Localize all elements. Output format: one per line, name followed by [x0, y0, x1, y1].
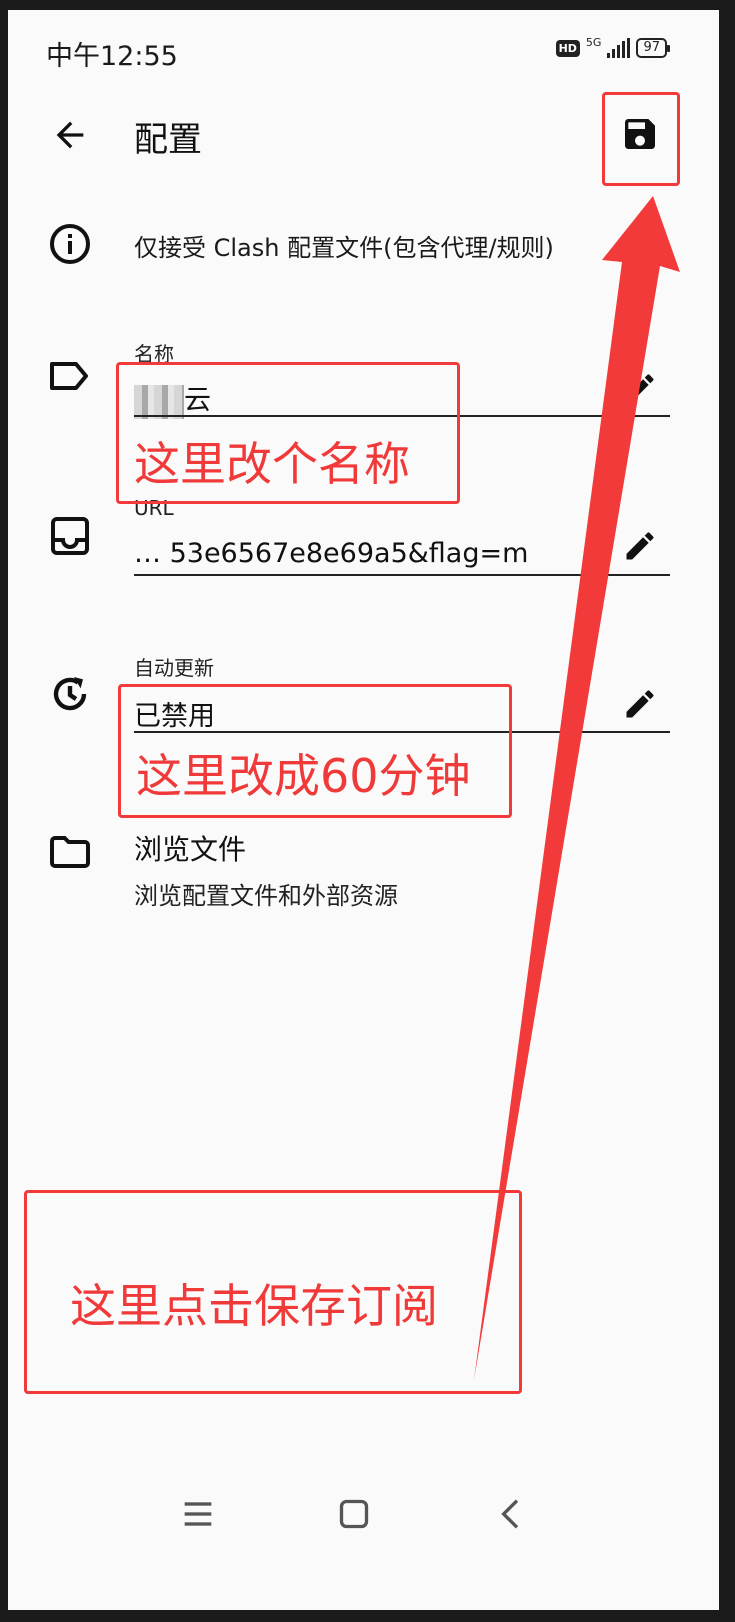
arrow-left-icon[interactable]: [50, 115, 90, 155]
phone-screen: 中午12:55 HD 5G 97 配置 仅接受 Clash 配置文件(包含代理/…: [8, 10, 719, 1610]
clock-refresh-icon: [53, 677, 87, 711]
browse-files-title[interactable]: 浏览文件: [134, 828, 246, 868]
auto-update-label: 自动更新: [134, 656, 214, 680]
folder-icon[interactable]: [46, 828, 94, 876]
signal-icon: [607, 38, 631, 58]
info-text: 仅接受 Clash 配置文件(包含代理/规则): [134, 234, 554, 262]
save-highlight-box: [602, 92, 680, 186]
status-bar: 中午12:55 HD 5G 97: [8, 10, 719, 88]
status-time: 中午12:55: [46, 41, 178, 72]
pencil-icon[interactable]: [622, 686, 658, 722]
battery-icon: 97: [636, 38, 670, 58]
hd-badge: HD: [555, 39, 580, 57]
url-field-underline: [134, 574, 670, 576]
url-field-value[interactable]: … 53e6567e8e69a5&flag=m: [134, 538, 612, 569]
name-hint-text: 这里改个名称: [134, 437, 410, 491]
menu-lines-icon[interactable]: [178, 1494, 218, 1534]
square-home-icon[interactable]: [334, 1494, 374, 1534]
pencil-icon[interactable]: [622, 370, 658, 406]
update-hint-text: 这里改成60分钟: [136, 749, 471, 803]
chevron-left-icon[interactable]: [492, 1494, 532, 1534]
status-indicators: HD 5G 97: [555, 35, 670, 58]
inbox-icon: [51, 517, 89, 555]
info-icon: [50, 224, 90, 264]
label-tag-icon: [50, 362, 88, 390]
save-hint-text: 这里点击保存订阅: [70, 1279, 438, 1333]
browse-files-subtitle: 浏览配置文件和外部资源: [134, 882, 398, 910]
page-title: 配置: [134, 120, 202, 160]
network-type: 5G: [585, 35, 602, 49]
pencil-icon[interactable]: [622, 528, 658, 564]
